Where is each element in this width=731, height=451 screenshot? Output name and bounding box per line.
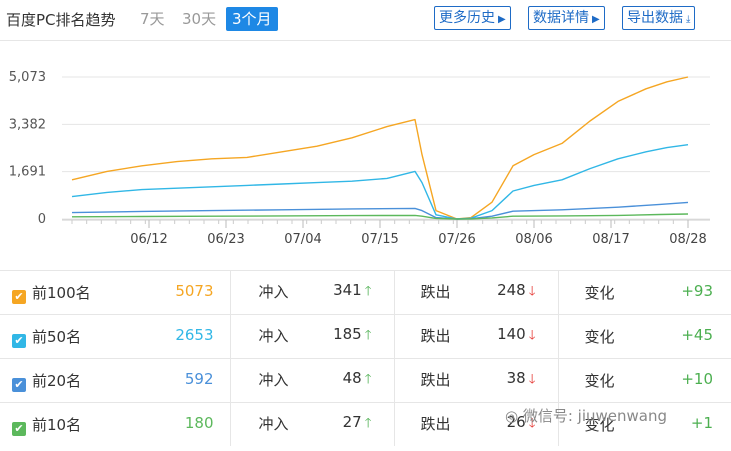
x-tick-label: 07/15 <box>361 232 398 247</box>
change-label: 变化 <box>584 372 615 390</box>
series-total: 180 <box>184 413 214 432</box>
in-label: 冲入 <box>258 283 289 301</box>
change-value: +45 <box>681 326 713 344</box>
range-tab-30d[interactable]: 30天 <box>176 7 222 31</box>
change-label: 变化 <box>584 328 615 346</box>
y-tick-label: 1,691 <box>9 165 46 180</box>
out-label: 跌出 <box>420 327 451 345</box>
in-label: 冲入 <box>258 415 289 433</box>
out-label: 跌出 <box>420 371 451 389</box>
change-label: 变化 <box>584 284 615 302</box>
series-line-top10 <box>71 213 689 220</box>
range-tab-7d[interactable]: 7天 <box>134 7 171 31</box>
in-label: 冲入 <box>258 327 289 345</box>
more-history-label: 更多历史 <box>439 10 495 26</box>
series-total: 5073 <box>175 281 214 300</box>
arrow-up-icon: 🡑 <box>364 372 372 387</box>
y-tick-label: 0 <box>38 212 46 227</box>
x-tick-label: 08/06 <box>515 232 552 247</box>
series-total: 2653 <box>175 325 214 344</box>
trend-chart: 5,073 3,382 1,691 0 06/12 06/23 07/04 07/15 07/2… <box>9 70 710 247</box>
stats-row: ✔ 前20名 592 冲入 48 🡑 跌出 38 🡓 变化 +10 <box>0 358 731 403</box>
series-line-top100 <box>71 76 689 220</box>
in-count: 48 <box>342 369 362 387</box>
in-label: 冲入 <box>258 371 289 389</box>
change-value: +1 <box>690 414 713 432</box>
more-history-button[interactable]: 更多历史 ▶ <box>434 6 511 30</box>
y-tick-label: 5,073 <box>9 70 46 85</box>
x-tick-label: 08/17 <box>592 232 629 247</box>
x-tick-label: 06/12 <box>130 232 167 247</box>
arrow-up-icon: 🡑 <box>364 284 372 299</box>
arrow-up-icon: 🡑 <box>364 328 372 343</box>
series-name: 前50名 <box>32 327 82 346</box>
out-label: 跌出 <box>420 283 451 301</box>
series-total: 592 <box>184 369 214 388</box>
arrow-down-icon: 🡓 <box>528 284 536 299</box>
watermark: ◎ 微信号: jiuwenwang <box>505 405 667 426</box>
export-data-button[interactable]: 导出数据 ⤓ <box>622 6 696 30</box>
in-count: 341 <box>333 281 362 299</box>
range-tab-3m[interactable]: 3个月 <box>226 7 278 31</box>
arrow-down-icon: 🡓 <box>528 372 536 387</box>
stats-row: ✔ 前50名 2653 冲入 185 🡑 跌出 140 🡓 变化 +45 <box>0 314 731 359</box>
in-count: 27 <box>342 413 362 431</box>
caret-right-icon: ▶ <box>592 14 600 25</box>
wechat-icon: ◎ <box>505 407 523 425</box>
checkbox-icon[interactable]: ✔ <box>12 333 26 348</box>
out-count: 140 <box>497 325 526 343</box>
export-data-label: 导出数据 <box>627 10 683 26</box>
checkbox-icon[interactable]: ✔ <box>12 377 26 392</box>
checkbox-icon[interactable]: ✔ <box>12 289 26 304</box>
y-tick-label: 3,382 <box>9 117 46 132</box>
caret-right-icon: ▶ <box>498 14 506 25</box>
series-name: 前100名 <box>32 283 91 302</box>
series-name: 前20名 <box>32 371 82 390</box>
change-value: +10 <box>681 370 713 388</box>
data-details-label: 数据详情 <box>533 10 589 26</box>
arrow-down-icon: 🡓 <box>528 328 536 343</box>
out-count: 248 <box>497 281 526 299</box>
chart-title: 百度PC排名趋势 <box>6 11 116 29</box>
data-details-button[interactable]: 数据详情 ▶ <box>528 6 605 30</box>
in-count: 185 <box>333 325 362 343</box>
watermark-text: 微信号: jiuwenwang <box>522 407 668 425</box>
x-tick-label: 07/04 <box>284 232 321 247</box>
x-tick-label: 08/28 <box>669 232 706 247</box>
x-tick-label: 07/26 <box>438 232 475 247</box>
x-tick-label: 06/23 <box>207 232 244 247</box>
arrow-up-icon: 🡑 <box>364 416 372 431</box>
stats-row: ✔ 前100名 5073 冲入 341 🡑 跌出 248 🡓 变化 +93 <box>0 270 731 315</box>
out-label: 跌出 <box>420 415 451 433</box>
series-name: 前10名 <box>32 415 82 434</box>
checkbox-icon[interactable]: ✔ <box>12 421 26 436</box>
chart-header: 百度PC排名趋势 7天 30天 3个月 更多历史 ▶ 数据详情 ▶ 导出数据 ⤓ <box>0 0 731 41</box>
out-count: 38 <box>506 369 526 387</box>
download-icon: ⤓ <box>686 14 691 25</box>
change-value: +93 <box>681 282 713 300</box>
